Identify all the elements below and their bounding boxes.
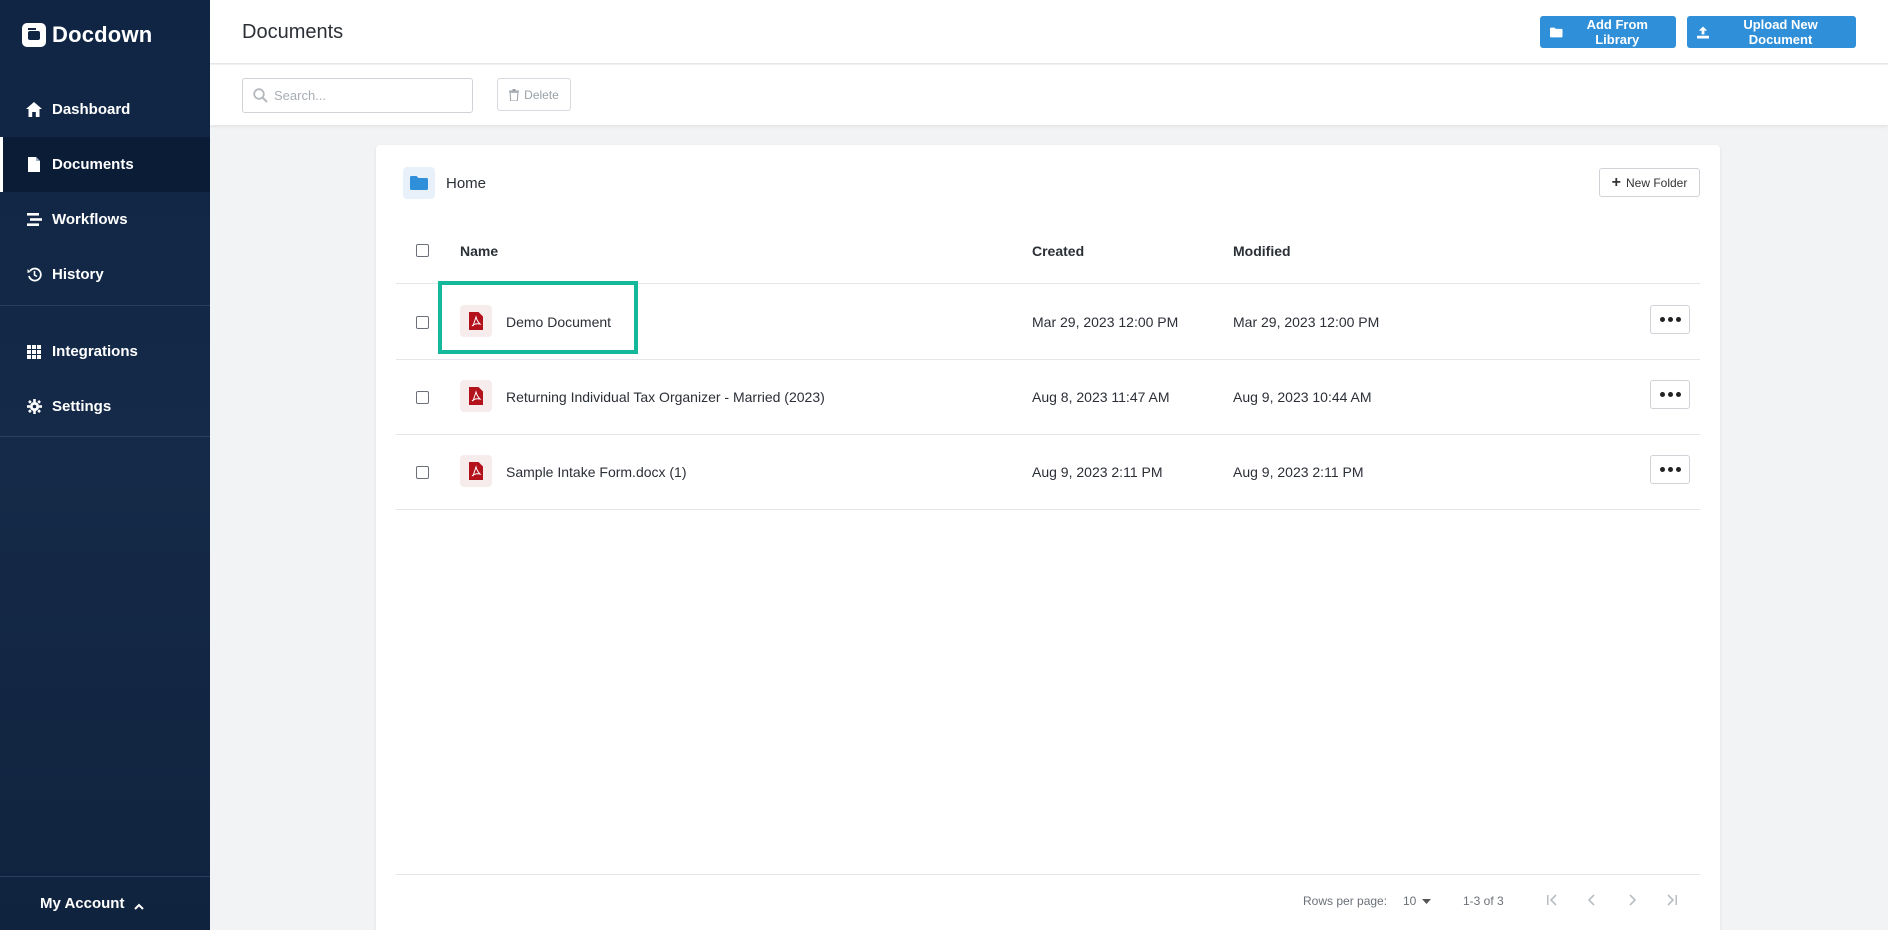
sidebar-item-settings[interactable]: Settings (0, 379, 210, 434)
folder-badge (403, 167, 435, 199)
upload-icon (1697, 25, 1710, 39)
document-icon (26, 157, 42, 173)
sidebar-item-label: History (52, 266, 104, 283)
row-checkbox[interactable] (416, 316, 429, 329)
search-box[interactable] (242, 78, 473, 113)
search-input[interactable] (274, 88, 454, 103)
modified-date: Aug 9, 2023 10:44 AM (1233, 389, 1372, 405)
sidebar-nav: Dashboard Documents Workflows History (0, 82, 210, 302)
row-actions-button[interactable] (1650, 380, 1690, 409)
sidebar-item-label: Integrations (52, 343, 138, 360)
column-header-modified[interactable]: Modified (1233, 243, 1291, 259)
row-checkbox[interactable] (416, 466, 429, 479)
add-from-library-button[interactable]: Add From Library (1540, 16, 1676, 48)
last-page-button[interactable] (1662, 890, 1682, 910)
upload-new-document-button[interactable]: Upload New Document (1687, 16, 1856, 48)
more-options-icon (1659, 392, 1681, 397)
chevron-right-icon (1629, 894, 1637, 906)
sidebar-item-workflows[interactable]: Workflows (0, 192, 210, 247)
home-icon (26, 102, 42, 118)
table-row[interactable]: Sample Intake Form.docx (1) Aug 9, 2023 … (396, 435, 1700, 510)
grid-icon (26, 344, 42, 360)
delete-label: Delete (524, 87, 559, 102)
page-title: Documents (242, 21, 344, 43)
breadcrumb-home[interactable]: Home (446, 175, 486, 192)
row-actions-button[interactable] (1650, 305, 1690, 334)
document-name[interactable]: Demo Document (506, 314, 611, 330)
pdf-file-icon (460, 380, 492, 412)
sidebar-item-documents[interactable]: Documents (0, 137, 210, 192)
chevron-up-icon (134, 899, 145, 910)
rows-per-page-select[interactable]: 10 (1403, 894, 1432, 908)
sidebar-item-label: Settings (52, 398, 112, 415)
document-name[interactable]: Sample Intake Form.docx (1) (506, 464, 687, 480)
new-folder-button[interactable]: + New Folder (1599, 168, 1700, 197)
gear-icon (26, 399, 42, 415)
trash-icon (509, 88, 520, 101)
sidebar-item-dashboard[interactable]: Dashboard (0, 82, 210, 137)
folder-icon (1550, 27, 1563, 37)
table-footer-divider (396, 874, 1700, 875)
column-header-created[interactable]: Created (1032, 243, 1084, 259)
created-date: Aug 9, 2023 2:11 PM (1032, 464, 1163, 480)
brand-name: Docdown (52, 22, 153, 47)
last-page-icon (1667, 894, 1677, 906)
toolbar: Delete (210, 65, 1888, 125)
sidebar-item-label: Workflows (52, 211, 128, 228)
pagination-range: 1-3 of 3 (1463, 894, 1504, 908)
plus-icon: + (1611, 173, 1621, 191)
document-name[interactable]: Returning Individual Tax Organizer - Mar… (506, 389, 825, 405)
brand[interactable]: Docdown (22, 22, 152, 48)
row-checkbox[interactable] (416, 391, 429, 404)
delete-button[interactable]: Delete (497, 78, 571, 111)
table-row[interactable]: Demo Document Mar 29, 2023 12:00 PM Mar … (396, 285, 1700, 360)
chevron-left-icon (1587, 894, 1595, 906)
sidebar: Docdown Dashboard Documents Workflows Hi… (0, 0, 210, 930)
sidebar-item-history[interactable]: History (0, 247, 210, 302)
modified-date: Aug 9, 2023 2:11 PM (1233, 464, 1364, 480)
created-date: Mar 29, 2023 12:00 PM (1032, 314, 1179, 330)
sidebar-item-label: Dashboard (52, 101, 131, 118)
folder-icon (410, 176, 428, 190)
pdf-file-icon (460, 305, 492, 337)
top-bar: Documents Add From Library Upload New Do… (210, 0, 1888, 64)
workflow-icon (26, 212, 42, 228)
upload-new-document-label: Upload New Document (1743, 17, 1818, 47)
more-options-icon (1659, 317, 1681, 322)
more-options-icon (1659, 467, 1681, 472)
history-icon (26, 267, 42, 283)
search-icon (253, 88, 268, 103)
select-all-checkbox[interactable] (416, 244, 429, 257)
sidebar-item-label: Documents (52, 156, 134, 173)
first-page-button[interactable] (1542, 890, 1562, 910)
sidebar-divider (0, 305, 210, 306)
docdown-logo-icon (22, 23, 46, 47)
documents-card: Home + New Folder Name Created Modified … (376, 145, 1720, 930)
sidebar-item-integrations[interactable]: Integrations (0, 324, 210, 379)
sidebar-nav-secondary: Integrations Settings (0, 324, 210, 434)
rows-per-page-label: Rows per page: (1303, 894, 1388, 908)
column-header-name[interactable]: Name (460, 243, 498, 259)
row-actions-button[interactable] (1650, 455, 1690, 484)
table-row[interactable]: Returning Individual Tax Organizer - Mar… (396, 360, 1700, 435)
caret-down-icon (1422, 898, 1432, 904)
pdf-file-icon (460, 455, 492, 487)
my-account-button[interactable]: My Account (0, 876, 210, 930)
sidebar-divider (0, 436, 210, 437)
created-date: Aug 8, 2023 11:47 AM (1032, 389, 1170, 405)
rows-per-page-value: 10 (1403, 894, 1417, 908)
first-page-icon (1547, 894, 1557, 906)
add-from-library-label: Add From Library (1586, 17, 1648, 47)
modified-date: Mar 29, 2023 12:00 PM (1233, 314, 1380, 330)
my-account-label: My Account (40, 895, 125, 912)
next-page-button[interactable] (1622, 890, 1642, 910)
new-folder-label: New Folder (1625, 175, 1688, 190)
table-header: Name Created Modified (396, 205, 1700, 284)
previous-page-button[interactable] (1582, 890, 1602, 910)
